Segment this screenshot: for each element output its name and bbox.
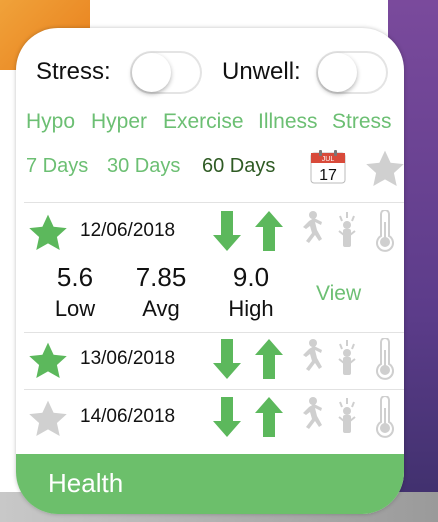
stats-summary: 5.6 Low 7.85 Avg 9.0 High View	[16, 262, 404, 332]
entry-date: 14/06/2018	[80, 406, 176, 427]
list-item[interactable]: 13/06/2018	[16, 332, 404, 388]
view-button[interactable]: View	[316, 282, 361, 306]
illness-icon	[336, 338, 358, 383]
arrow-down-icon	[212, 337, 242, 386]
arrow-up-icon	[254, 337, 284, 386]
high-label: High	[228, 296, 274, 321]
arrow-up-icon	[254, 395, 284, 444]
stress-toggle[interactable]	[130, 51, 202, 94]
thermometer-icon	[374, 209, 396, 257]
day-range-row: 7 Days 30 Days 60 Days JUL 17	[26, 150, 404, 190]
exercise-icon	[296, 396, 322, 441]
stress-label: Stress:	[36, 58, 111, 85]
range-30-days[interactable]: 30 Days	[107, 155, 180, 178]
footer-label: Health	[48, 468, 124, 498]
range-7-days[interactable]: 7 Days	[26, 155, 88, 178]
low-label: Low	[54, 296, 96, 321]
tag-exercise[interactable]: Exercise	[163, 110, 244, 134]
favorites-star-icon[interactable]	[363, 148, 404, 195]
high-value: 9.0	[232, 262, 270, 292]
tag-illness[interactable]: Illness	[258, 110, 318, 134]
thermometer-icon	[374, 395, 396, 443]
tag-stress[interactable]: Stress	[332, 110, 392, 134]
unwell-label: Unwell:	[222, 58, 301, 85]
unwell-toggle-knob	[318, 53, 357, 92]
tag-filter-row: Hypo Hyper Exercise Illness Stress	[26, 108, 404, 138]
entry-date: 13/06/2018	[80, 348, 176, 369]
avg-label: Avg	[142, 296, 180, 321]
toggles-row: Stress: Unwell:	[16, 50, 404, 98]
stress-toggle-knob	[132, 53, 171, 92]
exercise-icon	[296, 210, 322, 255]
divider	[24, 202, 404, 203]
star-icon[interactable]	[26, 212, 70, 259]
arrow-up-icon	[254, 209, 284, 258]
unwell-toggle[interactable]	[316, 51, 388, 94]
thermometer-icon	[374, 337, 396, 385]
arrow-down-icon	[212, 395, 242, 444]
entry-date: 12/06/2018	[80, 220, 176, 241]
list-item[interactable]: 14/06/2018	[16, 390, 404, 446]
tag-hypo[interactable]: Hypo	[26, 110, 75, 134]
exercise-icon	[296, 338, 322, 383]
calendar-day: 17	[319, 167, 337, 184]
illness-icon	[336, 396, 358, 441]
star-icon[interactable]	[26, 398, 70, 445]
calendar-icon[interactable]: JUL 17	[310, 150, 346, 184]
avg-value: 7.85	[135, 262, 187, 292]
range-60-days[interactable]: 60 Days	[202, 155, 275, 178]
tag-hyper[interactable]: Hyper	[91, 110, 147, 134]
widget-card: Stress: Unwell: Hypo Hyper Exercise Illn…	[16, 28, 404, 514]
star-icon[interactable]	[26, 340, 70, 387]
low-value: 5.6	[56, 262, 94, 292]
list-item[interactable]: 12/06/2018	[16, 204, 404, 260]
calendar-month: JUL	[322, 156, 335, 163]
illness-icon	[336, 210, 358, 255]
health-footer-button[interactable]: Health	[16, 454, 404, 514]
arrow-down-icon	[212, 209, 242, 258]
